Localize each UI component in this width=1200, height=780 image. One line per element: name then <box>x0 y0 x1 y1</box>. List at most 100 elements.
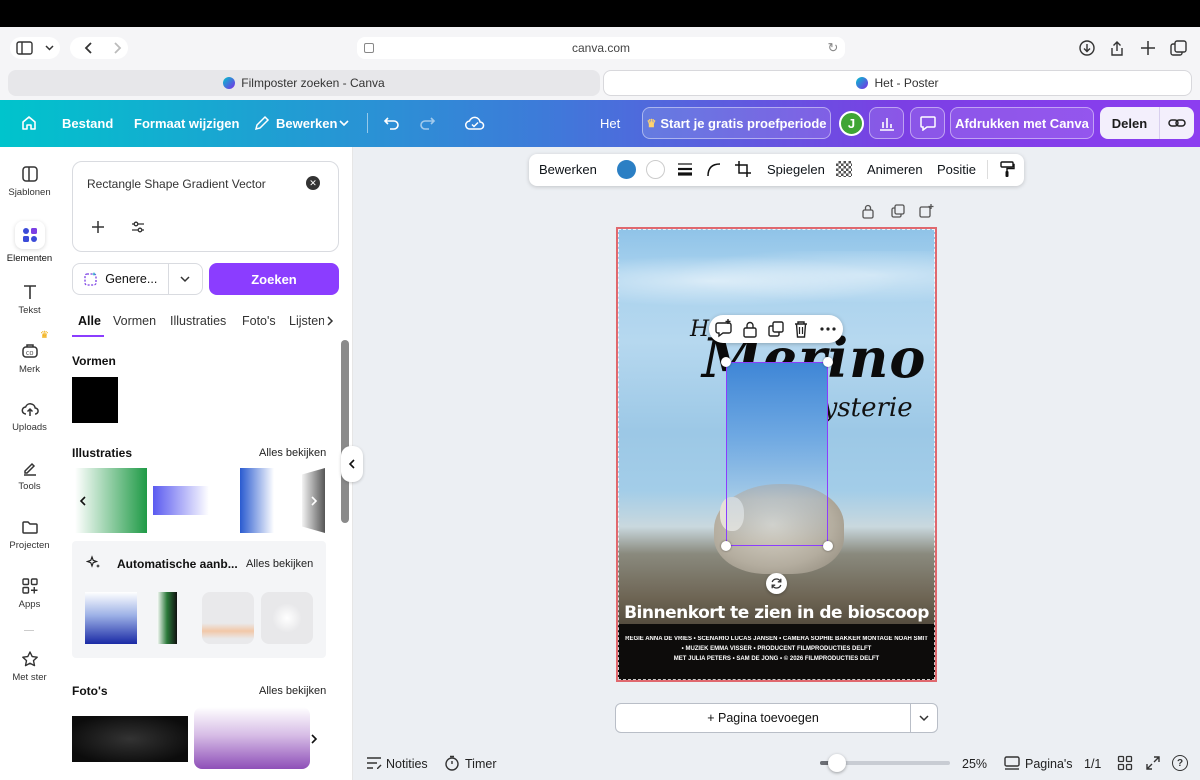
carousel-prev-icon[interactable] <box>76 492 90 510</box>
zoom-value[interactable]: 25% <box>962 757 987 771</box>
rail-item-merk[interactable]: CO Merk <box>0 342 59 375</box>
resize-menu[interactable]: Formaat wijzigen <box>134 116 239 131</box>
panel-scrollbar[interactable] <box>341 340 349 523</box>
rail-item-projecten[interactable]: Projecten <box>0 518 59 551</box>
rail-item-uploads[interactable]: Uploads <box>0 400 59 433</box>
crop-icon[interactable] <box>734 160 752 178</box>
ctx-edit-button[interactable]: Bewerken <box>539 162 597 177</box>
see-all-photos[interactable]: Alles bekijken <box>259 685 326 697</box>
tab-filmposter[interactable]: Filmposter zoeken - Canva <box>8 70 600 96</box>
selected-gradient-rectangle[interactable] <box>726 362 828 546</box>
section-title-illustraties: Illustraties <box>72 446 133 460</box>
corner-rounding-icon[interactable] <box>705 161 723 177</box>
filter-tab-illustraties[interactable]: Illustraties <box>170 314 226 328</box>
add-page-icon <box>919 206 931 218</box>
rail-item-elementen[interactable]: Elementen <box>0 221 59 264</box>
reload-icon[interactable]: ↻ <box>826 40 840 56</box>
search-input[interactable]: Rectangle Shape Gradient Vector <box>87 177 266 191</box>
color-swatch-white[interactable] <box>646 160 665 179</box>
print-button[interactable]: Afdrukken met Canva <box>950 107 1094 139</box>
see-all-auto[interactable]: Alles bekijken <box>246 558 313 570</box>
copy-style-icon[interactable] <box>999 160 1015 178</box>
suggestion-green-bar[interactable] <box>157 592 177 644</box>
rail-item-tools[interactable]: Tools <box>0 459 59 492</box>
copy-link-button[interactable] <box>1160 107 1194 139</box>
filter-settings-icon[interactable] <box>130 219 146 235</box>
resize-handle-bottom-right[interactable] <box>823 541 833 551</box>
illustration-blue-bar[interactable] <box>240 468 274 533</box>
filter-tab-vormen[interactable]: Vormen <box>113 314 156 328</box>
transparency-icon[interactable] <box>836 161 852 177</box>
carousel-next-icon[interactable] <box>308 730 320 748</box>
resize-handle-top-left[interactable] <box>721 357 731 367</box>
home-button[interactable] <box>14 111 44 135</box>
ctx-position-button[interactable]: Positie <box>937 162 976 177</box>
document-title[interactable]: Het <box>600 116 620 131</box>
filter-tab-fotos[interactable]: Foto's <box>242 314 276 328</box>
collapse-panel-button[interactable] <box>341 446 363 482</box>
carousel-next-icon[interactable] <box>307 492 321 510</box>
chevron-down-icon[interactable] <box>911 704 937 732</box>
suggestion-peach-stripe[interactable] <box>202 592 254 644</box>
ctx-animate-button[interactable]: Animeren <box>867 162 923 177</box>
resize-handle-bottom-left[interactable] <box>721 541 731 551</box>
border-style-icon[interactable] <box>676 161 694 177</box>
browser-actions <box>1072 37 1192 59</box>
rotate-handle[interactable] <box>766 573 787 594</box>
sidebar-toggle-button[interactable] <box>10 37 60 59</box>
address-bar[interactable]: canva.com <box>357 37 845 59</box>
undo-button[interactable] <box>382 113 402 133</box>
rail-item-sjablonen[interactable]: Sjablonen <box>0 165 59 198</box>
pages-button[interactable]: Pagina's <box>1025 757 1073 771</box>
insights-button[interactable] <box>869 107 904 139</box>
filter-tab-alle[interactable]: Alle <box>78 314 101 328</box>
sidebar-icon <box>16 41 54 55</box>
add-page-button[interactable]: + Pagina toevoegen <box>616 704 911 732</box>
poster-credits-line-2[interactable]: • MUZIEK EMMA VISSER • PRODUCENT FILMPRO… <box>618 646 935 652</box>
photo-purple-gradient[interactable] <box>194 707 310 769</box>
trial-button[interactable]: ♛ Start je gratis proefperiode <box>642 107 831 139</box>
rail-item-met-ster[interactable]: Met ster <box>0 650 59 683</box>
rail-item-apps[interactable]: Apps <box>0 577 59 610</box>
shape-result-square[interactable] <box>72 377 118 423</box>
generate-dropdown[interactable]: Genere... <box>72 263 203 295</box>
poster-credits-line-1[interactable]: REGIE ANNA DE VRIES • SCENARIO LUCAS JAN… <box>618 636 935 642</box>
rail-item-tekst[interactable]: Tekst <box>0 283 59 316</box>
avatar[interactable]: J <box>839 111 864 136</box>
poster-credits-line-3[interactable]: MET JULIA PETERS • SAM DE JONG • © 2026 … <box>618 656 935 662</box>
edit-menu[interactable]: Bewerken <box>276 116 337 131</box>
suggestion-blue-gradient[interactable] <box>85 592 137 644</box>
timer-button[interactable]: Timer <box>465 757 496 771</box>
color-swatch-blue[interactable] <box>617 160 636 179</box>
page-settings-icon[interactable] <box>364 43 374 53</box>
clear-search-icon[interactable]: ✕ <box>306 176 320 190</box>
grid-view-icon[interactable] <box>1117 755 1133 771</box>
search-box[interactable] <box>72 161 339 252</box>
suggestion-glow[interactable] <box>261 592 313 644</box>
photo-black-texture[interactable] <box>72 716 188 762</box>
chevron-down-icon[interactable] <box>169 264 202 294</box>
comments-button[interactable] <box>910 107 945 139</box>
redo-button[interactable] <box>417 113 437 133</box>
zoom-slider-knob[interactable] <box>827 754 846 772</box>
ctx-mirror-button[interactable]: Spiegelen <box>767 162 825 177</box>
search-button[interactable]: Zoeken <box>209 263 339 295</box>
poster-tagline[interactable]: Binnenkort te zien in de bioscoop <box>618 603 935 623</box>
pages-icon <box>1004 756 1020 770</box>
fullscreen-icon[interactable] <box>1145 755 1161 771</box>
tab-poster[interactable]: Het - Poster <box>603 70 1192 96</box>
help-icon[interactable]: ? <box>1172 755 1188 771</box>
generate-button[interactable]: Genere... <box>73 264 169 294</box>
share-button[interactable]: Delen <box>1100 107 1160 139</box>
cloud-saved-icon[interactable] <box>464 113 486 133</box>
add-icon[interactable] <box>90 219 106 235</box>
file-menu[interactable]: Bestand <box>62 116 113 131</box>
see-all-illustrations[interactable]: Alles bekijken <box>259 447 326 459</box>
notes-button[interactable]: Notities <box>386 757 428 771</box>
illustration-blue-gradient[interactable] <box>153 486 209 515</box>
tab-title: Filmposter zoeken - Canva <box>241 76 385 90</box>
filter-tab-lijsten[interactable]: Lijsten <box>289 314 324 328</box>
divider <box>987 160 988 179</box>
resize-handle-top-right[interactable] <box>823 357 833 367</box>
chevron-right-icon[interactable] <box>325 315 335 327</box>
